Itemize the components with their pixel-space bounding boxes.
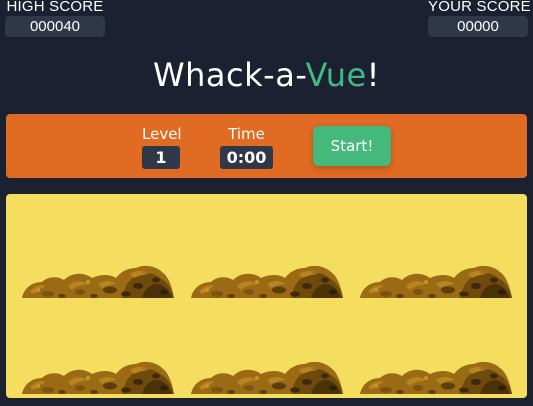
dirt-mound-icon <box>191 265 343 298</box>
high-score-value: 000040 <box>5 16 105 37</box>
level-label: Level <box>142 125 182 143</box>
dirt-mound-icon <box>360 265 512 298</box>
time-stat: Time 0:00 <box>220 125 273 169</box>
game-title: Whack-a-Vue! <box>0 56 533 94</box>
control-bar: Level 1 Time 0:00 Start! <box>6 114 527 178</box>
time-value: 0:00 <box>220 146 273 169</box>
hole-3[interactable] <box>356 252 516 302</box>
high-score: HIGH SCORE 000040 <box>5 0 105 37</box>
hole-2[interactable] <box>187 252 347 302</box>
title-accent: Vue <box>305 56 367 94</box>
level-value: 1 <box>142 146 180 169</box>
title-end: ! <box>366 56 380 94</box>
high-score-label: HIGH SCORE <box>6 0 104 15</box>
your-score-label: YOUR SCORE <box>428 0 531 15</box>
level-stat: Level 1 <box>142 125 182 169</box>
start-button[interactable]: Start! <box>313 126 391 166</box>
hole-4[interactable] <box>18 348 178 398</box>
your-score: YOUR SCORE 00000 <box>428 0 531 37</box>
time-label: Time <box>228 125 265 143</box>
dirt-mound-icon <box>22 265 174 298</box>
title-text: Whack-a- <box>153 56 306 94</box>
dirt-mound-icon <box>360 361 512 394</box>
dirt-mound-icon <box>191 361 343 394</box>
hole-1[interactable] <box>18 252 178 302</box>
your-score-value: 00000 <box>428 16 528 37</box>
dirt-mound-icon <box>22 361 174 394</box>
hole-6[interactable] <box>356 348 516 398</box>
hole-5[interactable] <box>187 348 347 398</box>
game-board <box>6 194 527 398</box>
